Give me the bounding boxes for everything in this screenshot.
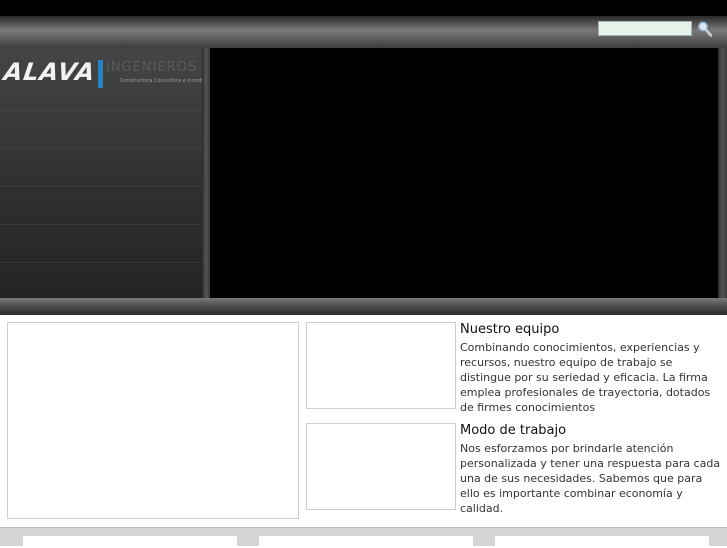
search-input[interactable]	[598, 21, 692, 36]
hero-section: ALAVA INGENIEROS Constructora Consultora…	[0, 48, 727, 298]
footer-box	[259, 536, 473, 548]
side-menu-divider	[0, 224, 202, 225]
header-toolbar	[0, 16, 727, 48]
separator-band	[0, 298, 727, 315]
logo-name: ALAVA	[2, 58, 98, 86]
section-text: Combinando conocimientos, experiencias y…	[460, 341, 711, 414]
media-player-area[interactable]	[210, 48, 718, 298]
section-title: Nuestro equipo	[460, 322, 560, 337]
side-menu-divider	[0, 262, 202, 263]
footer-box	[495, 536, 709, 548]
logo-subname: INGENIEROS	[106, 60, 198, 75]
side-menu-divider	[0, 186, 202, 187]
side-panel-divider	[202, 48, 210, 298]
logo-accent-bar	[98, 60, 103, 88]
section-text: Nos esforzamos por brindarle atención pe…	[460, 442, 721, 515]
search-icon	[698, 21, 713, 37]
team-image	[306, 322, 456, 409]
company-logo[interactable]: ALAVA INGENIEROS Constructora Consultora…	[0, 56, 217, 92]
top-black-bar	[0, 0, 727, 16]
main-content: Nuestro equipo Combinando conocimientos,…	[0, 315, 727, 527]
side-menu-divider	[0, 148, 202, 149]
work-image	[306, 423, 456, 510]
side-menu-divider	[0, 110, 202, 111]
search-button[interactable]	[697, 20, 713, 38]
side-menu-panel: ALAVA INGENIEROS Constructora Consultora…	[0, 48, 217, 298]
footer	[0, 527, 727, 548]
main-image-frame	[7, 322, 299, 519]
section-title: Modo de trabajo	[460, 423, 567, 438]
right-edge-bar	[718, 48, 727, 298]
footer-box	[23, 536, 237, 548]
